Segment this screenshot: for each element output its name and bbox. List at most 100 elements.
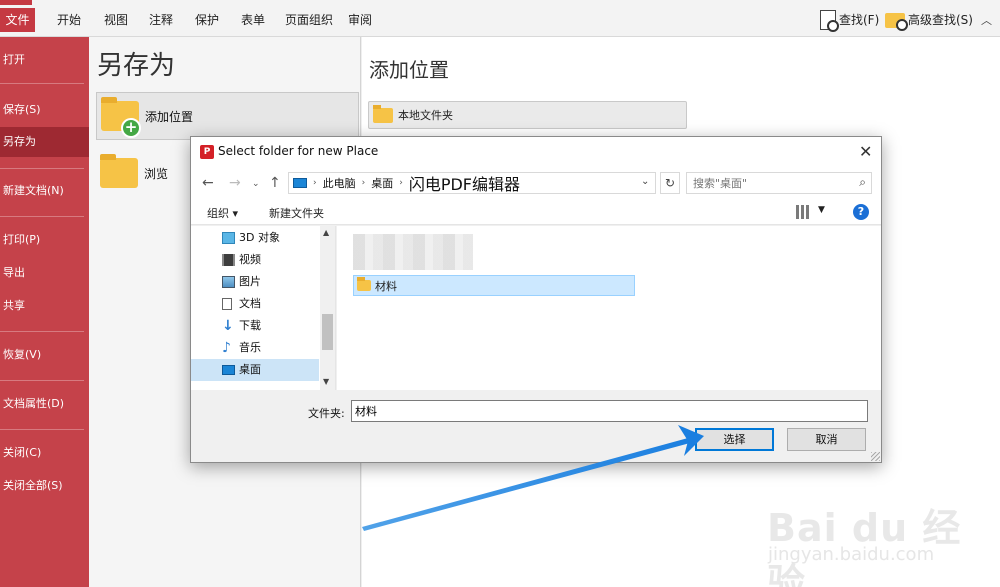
scroll-thumb[interactable]	[322, 314, 333, 350]
address-bar[interactable]: › 此电脑 › 桌面 › 闪电PDF编辑器	[288, 172, 656, 194]
app-accent-mark	[0, 0, 32, 5]
navigation-pane: 3D 对象 视频 图片 文档 ↓ 下载 ♪ 音乐 桌面 ▲ ▼	[191, 226, 336, 390]
folder-item-label: 材料	[375, 279, 397, 293]
select-folder-dialog: P Select folder for new Place ✕ ← → ⌄ ↑ …	[190, 136, 882, 463]
sidebar-item-new-document[interactable]: 新建文档(N)	[0, 176, 89, 206]
sidebar-item-close[interactable]: 关闭(C)	[0, 438, 89, 468]
ribbon-menubar: 文件 开始 视图 注释 保护 表单 页面组织 审阅 查找(F) 高级查找(S) …	[0, 0, 1000, 37]
folder-icon	[357, 277, 371, 291]
tab-review[interactable]: 审阅	[344, 8, 376, 32]
browse-label: 浏览	[144, 166, 169, 181]
find-button[interactable]: 查找(F)	[820, 8, 879, 32]
folder-icon	[100, 154, 138, 188]
nav-item-music[interactable]: ♪ 音乐	[191, 337, 319, 359]
cube-3d-icon	[222, 232, 235, 244]
breadcrumb-this-pc[interactable]: 此电脑	[323, 175, 356, 191]
file-sidebar: 打开 保存(S) 另存为 新建文档(N) 打印(P) 导出 共享 恢复(V) 文…	[0, 37, 89, 587]
nav-item-label: 图片	[239, 275, 261, 288]
local-folder-button[interactable]: 本地文件夹	[368, 101, 687, 129]
folder-field-label: 文件夹:	[308, 407, 345, 420]
sidebar-divider	[0, 380, 84, 381]
breadcrumb-current[interactable]: 闪电PDF编辑器	[409, 171, 520, 195]
tab-protect[interactable]: 保护	[188, 8, 226, 32]
sidebar-item-print[interactable]: 打印(P)	[0, 225, 89, 255]
nav-item-documents[interactable]: 文档	[191, 293, 319, 315]
save-as-title: 另存为	[97, 51, 176, 81]
dialog-title: Select folder for new Place	[218, 144, 379, 158]
back-arrow-icon[interactable]: ←	[202, 175, 214, 191]
sidebar-item-export[interactable]: 导出	[0, 258, 89, 288]
chevron-right-icon[interactable]: ›	[362, 178, 366, 188]
music-icon: ♪	[222, 340, 231, 356]
dialog-toolbar: 组织 ▾ 新建文件夹 ▼ ?	[191, 201, 881, 225]
folder-add-icon: +	[101, 97, 141, 138]
sidebar-item-share[interactable]: 共享	[0, 291, 89, 321]
address-row: ← → ⌄ ↑ › 此电脑 › 桌面 › 闪电PDF编辑器 ⌄ ↻ ⌕	[191, 167, 881, 201]
address-dropdown-icon[interactable]: ⌄	[641, 176, 649, 187]
desktop-icon	[222, 365, 235, 375]
picture-icon	[222, 276, 235, 288]
folder-list: 材料	[337, 226, 881, 390]
find-label: 查找(F)	[839, 13, 880, 27]
sidebar-divider	[0, 429, 84, 430]
add-location-button[interactable]: + 添加位置	[96, 92, 359, 140]
sidebar-item-save[interactable]: 保存(S)	[0, 95, 89, 125]
tab-view[interactable]: 视图	[98, 8, 134, 32]
tab-page-organize[interactable]: 页面组织	[279, 8, 339, 32]
scroll-up-icon[interactable]: ▲	[323, 228, 329, 237]
advanced-find-icon	[885, 12, 908, 31]
video-icon	[222, 254, 235, 266]
nav-item-label: 桌面	[239, 363, 261, 376]
download-icon: ↓	[222, 318, 234, 334]
nav-item-downloads[interactable]: ↓ 下载	[191, 315, 319, 337]
sidebar-divider	[0, 83, 84, 84]
close-icon[interactable]: ✕	[859, 142, 872, 161]
sidebar-divider	[0, 331, 84, 332]
nav-item-desktop[interactable]: 桌面	[191, 359, 319, 381]
sidebar-item-document-properties[interactable]: 文档属性(D)	[0, 389, 89, 419]
select-button[interactable]: 选择	[695, 428, 774, 451]
chevron-right-icon[interactable]: ›	[399, 178, 403, 188]
search-box[interactable]: ⌕	[686, 172, 872, 194]
nav-scrollbar[interactable]: ▲ ▼	[320, 226, 335, 390]
up-arrow-icon[interactable]: ↑	[269, 175, 281, 191]
view-options-icon[interactable]	[796, 205, 810, 219]
tab-file[interactable]: 文件	[0, 8, 35, 32]
nav-item-pictures[interactable]: 图片	[191, 271, 319, 293]
advanced-find-label: 高级查找(S)	[908, 13, 973, 27]
tab-home[interactable]: 开始	[50, 8, 88, 32]
breadcrumb-desktop[interactable]: 桌面	[371, 175, 393, 191]
nav-item-3d-objects[interactable]: 3D 对象	[191, 227, 319, 249]
folder-name-input[interactable]	[351, 400, 868, 422]
add-location-label: 添加位置	[145, 109, 194, 124]
nav-item-label: 下载	[239, 319, 261, 332]
tab-annotate[interactable]: 注释	[142, 8, 180, 32]
sidebar-item-close-all[interactable]: 关闭全部(S)	[0, 471, 89, 501]
recent-locations-chevron-icon[interactable]: ⌄	[252, 179, 260, 189]
document-icon	[222, 298, 232, 310]
view-dropdown-icon[interactable]: ▼	[818, 205, 825, 215]
sidebar-item-open[interactable]: 打开	[0, 45, 89, 75]
search-icon: ⌕	[859, 175, 866, 189]
advanced-find-button[interactable]: 高级查找(S)	[885, 8, 973, 32]
sidebar-item-recover[interactable]: 恢复(V)	[0, 340, 89, 370]
organize-button[interactable]: 组织 ▾	[207, 205, 238, 221]
refresh-icon[interactable]: ↻	[660, 172, 680, 194]
help-icon[interactable]: ?	[853, 204, 869, 220]
collapse-ribbon-icon[interactable]: ︿	[981, 12, 992, 28]
new-folder-button[interactable]: 新建文件夹	[269, 205, 324, 221]
resize-grip-icon[interactable]	[871, 452, 880, 461]
cancel-button[interactable]: 取消	[787, 428, 866, 451]
scroll-down-icon[interactable]: ▼	[323, 377, 329, 386]
sidebar-item-save-as[interactable]: 另存为	[0, 127, 89, 157]
search-input[interactable]	[693, 175, 843, 191]
tab-forms[interactable]: 表单	[234, 8, 272, 32]
forward-arrow-icon[interactable]: →	[229, 175, 241, 191]
folder-icon	[373, 104, 393, 123]
sidebar-divider	[0, 216, 84, 217]
add-location-title: 添加位置	[369, 58, 449, 82]
chevron-right-icon[interactable]: ›	[313, 178, 317, 188]
folder-item-selected[interactable]: 材料	[353, 275, 635, 296]
nav-item-label: 文档	[239, 297, 261, 310]
nav-item-videos[interactable]: 视频	[191, 249, 319, 271]
